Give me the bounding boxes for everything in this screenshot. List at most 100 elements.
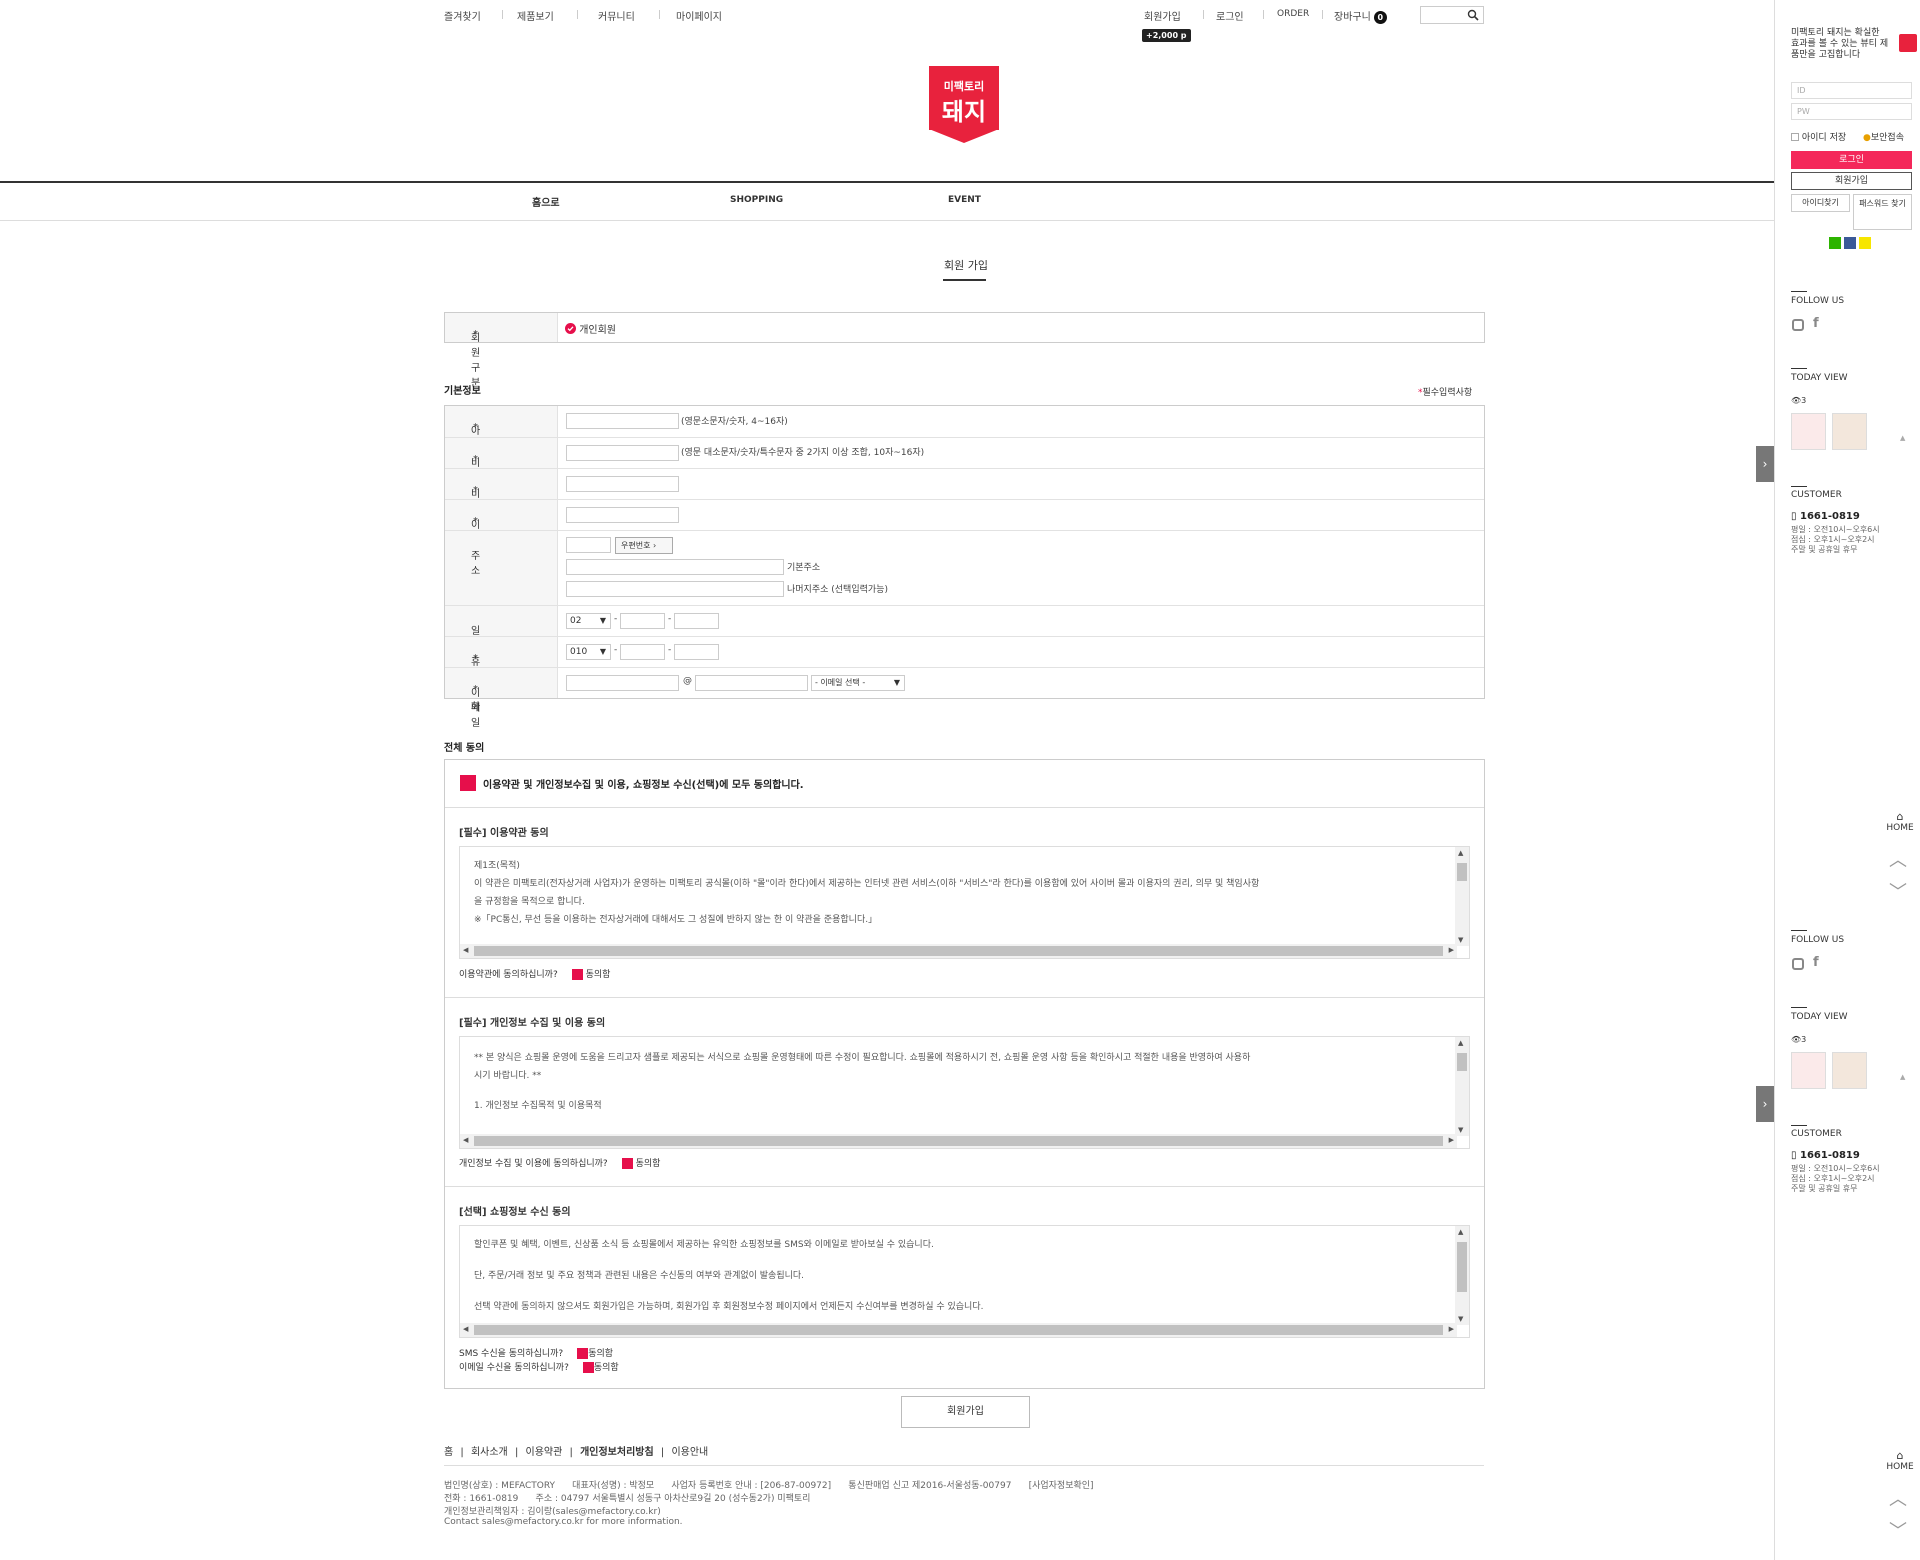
facebook-icon[interactable]: f <box>1813 955 1819 970</box>
footer-terms-link[interactable]: 이용약관 <box>526 1447 563 1458</box>
recent-product-thumb[interactable] <box>1791 413 1826 450</box>
privacy-agree-checkbox[interactable] <box>621 1158 633 1169</box>
zipcode-input[interactable] <box>566 537 611 553</box>
join-link[interactable]: 회원가입 <box>1144 8 1181 23</box>
terms-scrollbox[interactable]: 제1조(목적) 이 약관은 미팩토리(전자상거래 사업자)가 운영하는 미팩토리… <box>459 846 1470 959</box>
phone-last-input[interactable] <box>674 613 719 629</box>
scroll-thumb[interactable] <box>474 1136 1443 1146</box>
email-domain-input[interactable] <box>695 675 808 691</box>
horizontal-scrollbar[interactable]: ◀ ▶ <box>460 944 1457 958</box>
order-link[interactable]: ORDER <box>1277 9 1309 19</box>
scroll-thumb[interactable] <box>1457 863 1467 881</box>
scroll-right-icon[interactable]: ▶ <box>1449 946 1454 954</box>
scroll-top-icon[interactable]: ︿ <box>1889 846 1907 872</box>
mobile-middle-input[interactable] <box>620 644 665 660</box>
community-link[interactable]: 커뮤니티 <box>598 8 635 23</box>
scroll-down-icon[interactable]: ▼ <box>1458 1315 1463 1323</box>
home-button[interactable]: ⌂ HOME <box>1883 810 1917 833</box>
detail-address-input[interactable] <box>566 581 784 597</box>
vertical-scrollbar[interactable]: ▲ ▼ <box>1455 1037 1469 1136</box>
side-panel-toggle[interactable]: › <box>1756 1086 1774 1122</box>
scroll-up-icon[interactable]: ▲ <box>1458 849 1463 857</box>
recent-product-thumb[interactable] <box>1791 1052 1826 1089</box>
zipcode-button[interactable]: 우편번호 › <box>615 537 673 554</box>
scroll-bottom-icon[interactable]: ﹀ <box>1889 878 1907 904</box>
nav-home[interactable]: 홈으로 <box>532 194 560 209</box>
privacy-scrollbox[interactable]: ** 본 양식은 쇼핑몰 운영에 도움을 드리고자 샘플로 제공되는 서식으로 … <box>459 1036 1470 1149</box>
password-input[interactable] <box>566 445 679 461</box>
vertical-scrollbar[interactable]: ▲ ▼ <box>1455 847 1469 946</box>
scroll-left-icon[interactable]: ◀ <box>463 946 468 954</box>
scroll-right-icon[interactable]: ▶ <box>1449 1325 1454 1333</box>
footer-privacy-link[interactable]: 개인정보처리방침 <box>580 1447 654 1458</box>
footer-about-link[interactable]: 회사소개 <box>471 1447 508 1458</box>
name-input[interactable] <box>566 507 679 523</box>
scroll-thumb[interactable] <box>474 1325 1443 1335</box>
scroll-right-icon[interactable]: ▶ <box>1449 1136 1454 1144</box>
brand-logo[interactable]: 미팩토리 돼지 <box>929 66 999 144</box>
mobile-prefix-select[interactable]: 010 ▼ <box>566 644 611 660</box>
email-id-input[interactable] <box>566 675 679 691</box>
sidebar-login-button[interactable]: 로그인 <box>1791 151 1912 169</box>
recent-product-thumb[interactable] <box>1832 1052 1867 1089</box>
base-address-input[interactable] <box>566 559 784 575</box>
side-panel-toggle[interactable]: › <box>1756 446 1774 482</box>
facebook-login-icon[interactable] <box>1844 237 1856 249</box>
recent-product-thumb[interactable] <box>1832 413 1867 450</box>
phone-middle-input[interactable] <box>620 613 665 629</box>
scroll-up-icon[interactable]: ▲ <box>1900 1073 1905 1081</box>
footer-guide-link[interactable]: 이용안내 <box>671 1447 708 1458</box>
id-input[interactable] <box>566 413 679 429</box>
sms-question: SMS 수신을 동의하십니까? 동의함 <box>459 1346 613 1359</box>
products-link[interactable]: 제품보기 <box>517 8 554 23</box>
scroll-up-icon[interactable]: ▲ <box>1458 1039 1463 1047</box>
home-button[interactable]: ⌂ HOME <box>1883 1449 1917 1472</box>
password-confirm-input[interactable] <box>566 476 679 492</box>
horizontal-scrollbar[interactable]: ◀ ▶ <box>460 1134 1457 1148</box>
sms-agree-checkbox[interactable] <box>577 1348 589 1359</box>
mobile-last-input[interactable] <box>674 644 719 660</box>
search-icon[interactable] <box>1467 9 1479 21</box>
footer-home-link[interactable]: 홈 <box>444 1447 453 1458</box>
secure-login[interactable]: ●보안접속 <box>1863 130 1904 143</box>
all-agree-checkbox[interactable] <box>460 775 476 791</box>
naver-login-icon[interactable] <box>1829 237 1841 249</box>
cart-link[interactable]: 장바구니 0 <box>1334 8 1387 24</box>
facebook-icon[interactable]: f <box>1813 316 1819 331</box>
scroll-down-icon[interactable]: ▼ <box>1458 936 1463 944</box>
find-pw-button[interactable]: 패스워드 찾기 <box>1853 194 1912 230</box>
scroll-down-icon[interactable]: ▼ <box>1458 1126 1463 1134</box>
scroll-left-icon[interactable]: ◀ <box>463 1136 468 1144</box>
email-agree-checkbox[interactable] <box>582 1362 594 1373</box>
scroll-up-icon[interactable]: ▲ <box>1900 434 1905 442</box>
scroll-left-icon[interactable]: ◀ <box>463 1325 468 1333</box>
phone-prefix-select[interactable]: 02 ▼ <box>566 613 611 629</box>
scroll-top-icon[interactable]: ︿ <box>1889 1485 1907 1511</box>
instagram-icon[interactable] <box>1792 319 1804 331</box>
kakao-login-icon[interactable] <box>1859 237 1871 249</box>
email-domain-select[interactable]: - 이메일 선택 - ▼ <box>811 675 905 691</box>
join-submit-button[interactable]: 회원가입 <box>901 1396 1030 1428</box>
vertical-scrollbar[interactable]: ▲ ▼ <box>1455 1226 1469 1325</box>
login-link[interactable]: 로그인 <box>1216 8 1244 23</box>
scroll-thumb[interactable] <box>474 946 1443 956</box>
nav-event[interactable]: EVENT <box>948 195 981 205</box>
horizontal-scrollbar[interactable]: ◀ ▶ <box>460 1323 1457 1337</box>
scroll-thumb[interactable] <box>1457 1242 1467 1292</box>
find-id-button[interactable]: 아이디찾기 <box>1791 194 1850 212</box>
scroll-bottom-icon[interactable]: ﹀ <box>1889 1517 1907 1543</box>
bookmark-link[interactable]: 즐겨찾기 <box>444 8 481 23</box>
sidebar-id-input[interactable]: ID <box>1791 82 1912 99</box>
search-box[interactable] <box>1420 6 1484 24</box>
sidebar-join-button[interactable]: 회원가입 <box>1791 172 1912 190</box>
nav-shopping[interactable]: SHOPPING <box>730 195 783 205</box>
member-type-radio[interactable]: 개인회원 <box>565 321 616 336</box>
marketing-scrollbox[interactable]: 할인쿠폰 및 혜택, 이벤트, 신상품 소식 등 쇼핑몰에서 제공하는 유익한 … <box>459 1225 1470 1338</box>
scroll-thumb[interactable] <box>1457 1053 1467 1071</box>
terms-agree-checkbox[interactable] <box>571 969 583 980</box>
sidebar-pw-input[interactable]: PW <box>1791 103 1912 120</box>
mypage-link[interactable]: 마이페이지 <box>676 8 722 23</box>
save-id-checkbox[interactable]: 아이디 저장 <box>1791 130 1846 143</box>
instagram-icon[interactable] <box>1792 958 1804 970</box>
scroll-up-icon[interactable]: ▲ <box>1458 1228 1463 1236</box>
